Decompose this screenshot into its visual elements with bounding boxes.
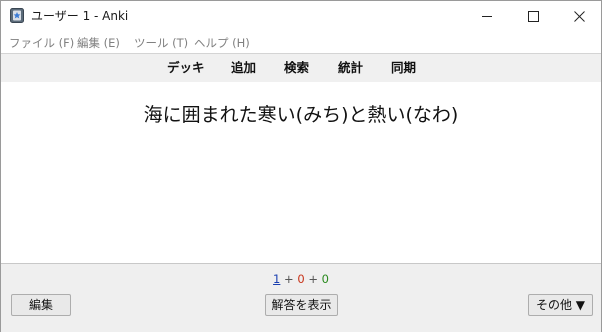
count-separator: + xyxy=(308,272,318,286)
review-count: 0 xyxy=(321,272,329,286)
count-separator: + xyxy=(284,272,294,286)
window-title: ユーザー 1 - Anki xyxy=(31,9,129,23)
toolbar-add[interactable]: 追加 xyxy=(231,60,256,76)
learning-count: 0 xyxy=(297,272,305,286)
maximize-icon xyxy=(527,10,539,22)
toolbar-sync[interactable]: 同期 xyxy=(391,60,416,76)
close-button[interactable] xyxy=(556,1,602,31)
title-bar: ユーザー 1 - Anki xyxy=(1,1,601,31)
card-area: 海に囲まれた寒い(みち)と熱い(なわ) xyxy=(1,82,601,262)
card-question: 海に囲まれた寒い(みち)と熱い(なわ) xyxy=(143,104,459,126)
show-answer-button[interactable]: 解答を表示 xyxy=(265,294,338,316)
menu-edit[interactable]: 編集 (E) xyxy=(77,35,120,51)
anki-app-icon xyxy=(10,8,24,23)
anki-window: ユーザー 1 - Anki ファイル (F) 編集 (E) ツール (T) ヘル… xyxy=(0,0,602,332)
due-counts: 1 + 0 + 0 xyxy=(1,272,601,286)
maximize-button[interactable] xyxy=(510,1,556,31)
toolbar-browse[interactable]: 検索 xyxy=(284,60,309,76)
more-button[interactable]: その他 ▼ xyxy=(528,294,593,316)
review-bottom-bar: 1 + 0 + 0 編集 解答を表示 その他 ▼ xyxy=(1,263,601,332)
menu-bar: ファイル (F) 編集 (E) ツール (T) ヘルプ (H) xyxy=(1,32,601,52)
menu-file[interactable]: ファイル (F) xyxy=(9,35,74,51)
new-count: 1 xyxy=(273,272,281,286)
toolbar-stats[interactable]: 統計 xyxy=(338,60,363,76)
menu-tools[interactable]: ツール (T) xyxy=(134,35,188,51)
main-toolbar: デッキ 追加 検索 統計 同期 xyxy=(1,53,601,83)
edit-button[interactable]: 編集 xyxy=(11,294,71,316)
close-icon xyxy=(573,10,585,22)
toolbar-decks[interactable]: デッキ xyxy=(167,60,205,76)
menu-help[interactable]: ヘルプ (H) xyxy=(194,35,250,51)
minimize-button[interactable] xyxy=(464,1,510,31)
minimize-icon xyxy=(481,15,492,17)
